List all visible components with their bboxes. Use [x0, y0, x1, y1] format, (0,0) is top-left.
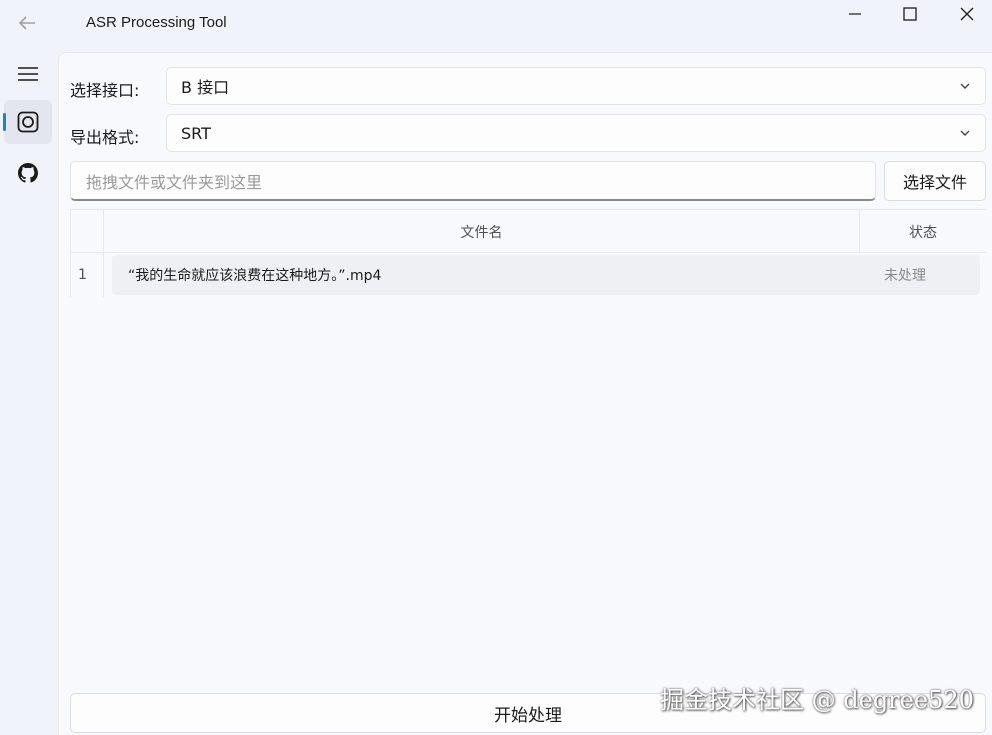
header-filename[interactable]: 文件名	[104, 210, 860, 253]
sidebar	[0, 50, 58, 735]
record-icon	[17, 111, 39, 133]
title-bar: ASR Processing Tool	[0, 0, 992, 50]
row-filename: “我的生命就应该浪费在这种地方。”.mp4	[128, 268, 382, 284]
interface-value: B 接口	[181, 78, 230, 97]
interface-label: 选择接口:	[70, 81, 140, 100]
menu-icon	[18, 67, 38, 81]
row-body[interactable]: “我的生命就应该浪费在这种地方。”.mp4 未处理	[112, 255, 980, 295]
format-label: 导出格式:	[70, 128, 140, 147]
chevron-down-icon	[960, 83, 970, 89]
github-icon	[18, 163, 38, 183]
watermark: 掘金技术社区 @ degree520	[660, 686, 974, 714]
close-button[interactable]	[938, 0, 992, 28]
maximize-button[interactable]	[881, 0, 939, 28]
sidebar-item-asr[interactable]	[4, 100, 52, 144]
header-status[interactable]: 状态	[860, 210, 986, 253]
format-select[interactable]: SRT	[166, 114, 986, 152]
row-index: 1	[70, 253, 104, 297]
file-table: 文件名 状态 1 “我的生命就应该浪费在这种地方。”.mp4 未处理	[70, 209, 986, 299]
maximize-icon	[903, 7, 917, 21]
table-header: 文件名 状态	[70, 209, 986, 253]
app-title: ASR Processing Tool	[86, 14, 227, 31]
close-icon	[960, 7, 974, 21]
main-content: 选择接口: B 接口 导出格式: SRT 拖拽文件或文件夹到这里 选择文件 文件…	[58, 52, 992, 735]
minimize-icon	[849, 13, 861, 15]
drop-placeholder: 拖拽文件或文件夹到这里	[86, 172, 263, 192]
back-button[interactable]	[10, 8, 44, 38]
drop-file-input[interactable]: 拖拽文件或文件夹到这里	[70, 161, 876, 201]
choose-file-button[interactable]: 选择文件	[884, 161, 986, 201]
sidebar-item-github[interactable]	[4, 151, 52, 195]
header-index-cell	[70, 210, 104, 253]
table-row[interactable]: 1 “我的生命就应该浪费在这种地方。”.mp4 未处理	[70, 253, 986, 297]
menu-button[interactable]	[4, 52, 52, 96]
format-value: SRT	[181, 123, 211, 143]
minimize-button[interactable]	[826, 0, 884, 28]
active-indicator	[3, 113, 6, 131]
interface-select[interactable]: B 接口	[166, 67, 986, 105]
row-status: 未处理	[884, 268, 926, 284]
chevron-down-icon	[960, 130, 970, 136]
back-arrow-icon	[18, 16, 35, 30]
